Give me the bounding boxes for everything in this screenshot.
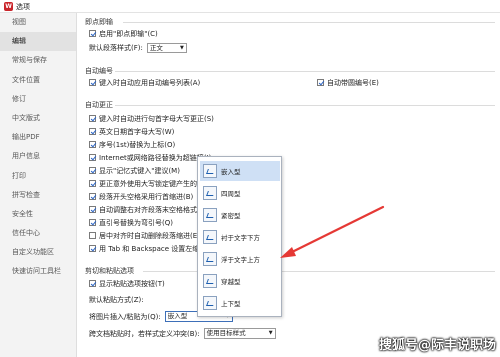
annotation-arrow: [280, 205, 385, 258]
watermark-text: 搜狐号@际丰说职场: [378, 338, 496, 353]
